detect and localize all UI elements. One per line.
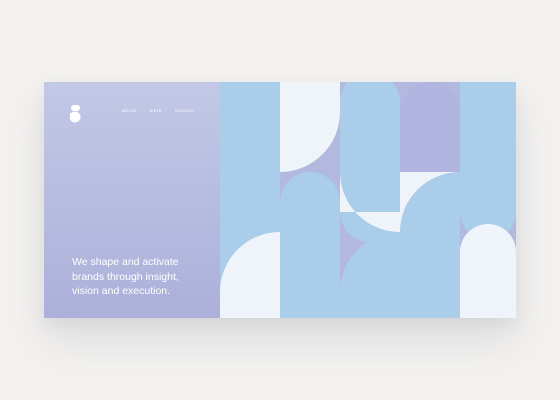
nav-link-about[interactable]: about: [122, 108, 137, 113]
hero-line-3: vision and execution.: [72, 285, 171, 298]
pattern-shape-col4-top: [400, 82, 460, 172]
website-hero-card: about work contact We shape and activate…: [44, 82, 516, 318]
top-nav: about work contact: [122, 108, 195, 113]
hero-line-2: brands through insight,: [72, 270, 179, 283]
pattern-shape-col5-bottom: [460, 224, 516, 318]
brand-logo-icon[interactable]: [70, 104, 84, 124]
nav-link-contact[interactable]: contact: [175, 108, 194, 113]
pattern-shape-col2-capsule: [280, 172, 340, 318]
nav-link-work[interactable]: work: [150, 108, 162, 113]
hero-headline: We shape and activate brands through ins…: [72, 255, 242, 299]
hero-line-1: We shape and activate: [72, 256, 179, 269]
geometric-pattern-artwork: [220, 82, 516, 318]
pattern-shape-col5-capsule: [460, 82, 516, 240]
